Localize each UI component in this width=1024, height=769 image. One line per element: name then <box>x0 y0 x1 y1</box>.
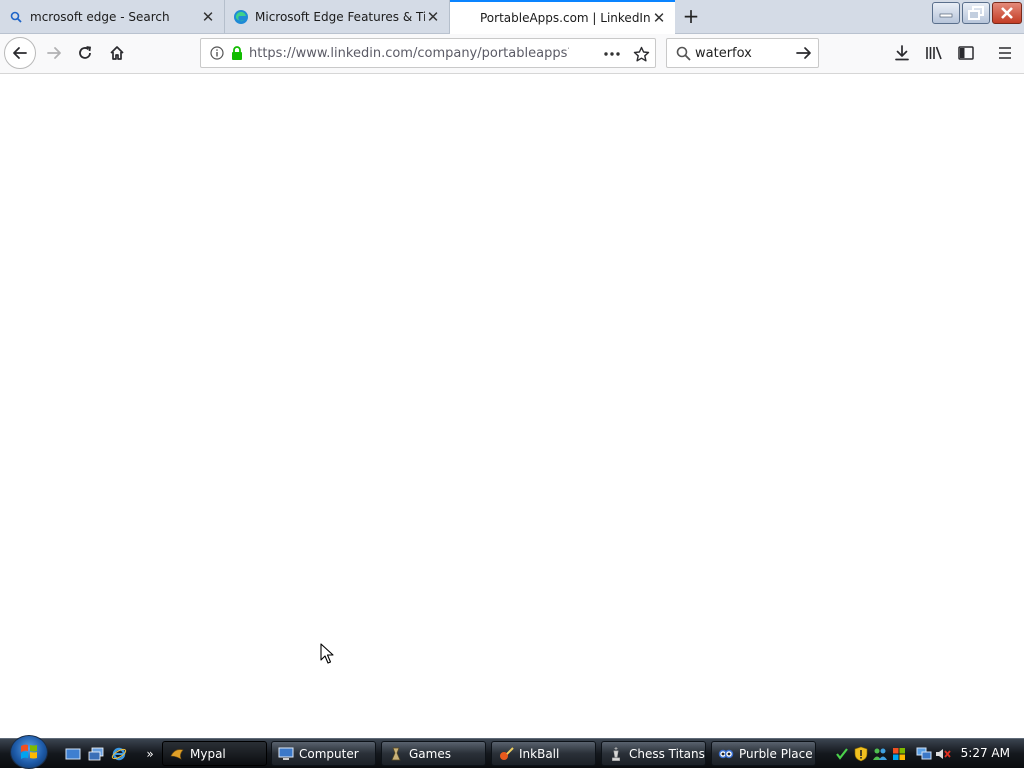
forward-button[interactable] <box>40 39 68 67</box>
navigation-bar: https://www.linkedin.com/company/portabl… <box>0 34 1024 74</box>
search-go-icon[interactable] <box>794 43 814 63</box>
taskbar-button-label: Mypal <box>190 746 226 761</box>
internet-explorer-icon[interactable] <box>110 745 128 763</box>
new-tab-button[interactable]: + <box>679 4 703 28</box>
restore-button[interactable] <box>962 2 990 24</box>
shield-icon[interactable] <box>853 746 869 762</box>
taskbar-button-mypal[interactable]: Mypal <box>162 741 267 766</box>
close-icon[interactable]: ✕ <box>200 8 216 26</box>
taskbar-button-purble-place[interactable]: Purble Place <box>711 741 816 766</box>
downloads-icon[interactable] <box>888 39 916 67</box>
library-icon[interactable] <box>920 39 948 67</box>
home-button[interactable] <box>103 39 131 67</box>
edge-icon <box>233 9 249 25</box>
search-icon <box>8 9 24 25</box>
switch-windows-icon[interactable] <box>87 745 105 763</box>
reload-button[interactable] <box>71 39 99 67</box>
mypal-icon <box>169 746 185 762</box>
sidebar-icon[interactable] <box>952 39 980 67</box>
search-input[interactable]: waterfox <box>695 46 794 61</box>
minimize-button[interactable] <box>932 2 960 24</box>
chess-icon <box>608 746 624 762</box>
search-icon <box>675 45 691 61</box>
taskbar-button-label: Computer <box>299 746 359 761</box>
security-center-icon[interactable] <box>834 746 850 762</box>
tab-edge-features[interactable]: Microsoft Edge Features & Tips ✕ <box>225 0 450 33</box>
show-desktop-icon[interactable] <box>64 745 82 763</box>
back-button[interactable] <box>4 37 36 69</box>
lock-icon[interactable] <box>229 45 245 61</box>
taskbar-button-label: InkBall <box>519 746 560 761</box>
tab-microsoft-edge-search[interactable]: mcrosoft edge - Search ✕ <box>0 0 225 33</box>
window-controls <box>932 2 1022 24</box>
network-icon[interactable] <box>916 746 932 762</box>
tab-title: Microsoft Edge Features & Tips <box>255 9 425 24</box>
users-icon[interactable] <box>872 746 888 762</box>
page-content[interactable] <box>0 74 1024 738</box>
purble-icon <box>718 746 734 762</box>
taskbar-button-computer[interactable]: Computer <box>271 741 376 766</box>
clock[interactable]: 5:27 AM <box>961 746 1010 760</box>
close-icon[interactable]: ✕ <box>425 8 441 26</box>
taskbar-button-chess-titans[interactable]: Chess Titans <box>601 741 706 766</box>
page-actions-icon[interactable] <box>602 45 622 63</box>
url-text: https://www.linkedin.com/company/portabl… <box>249 45 569 61</box>
taskbar-button-games[interactable]: Games <box>381 741 486 766</box>
taskbar-button-label: Chess Titans <box>629 746 705 761</box>
start-button[interactable] <box>10 735 48 769</box>
url-bar[interactable]: https://www.linkedin.com/company/portabl… <box>200 38 656 68</box>
taskbar-button-label: Games <box>409 746 451 761</box>
inkball-icon <box>498 746 514 762</box>
close-window-button[interactable] <box>992 2 1022 24</box>
close-icon[interactable]: ✕ <box>651 9 667 27</box>
computer-icon <box>278 746 294 762</box>
taskbar-button-inkball[interactable]: InkBall <box>491 741 596 766</box>
tab-portableapps-linkedin[interactable]: PortableApps.com | LinkedIn ✕ <box>450 0 675 34</box>
volume-muted-icon[interactable] <box>935 746 951 762</box>
bookmark-star-icon[interactable] <box>631 45 651 63</box>
games-icon <box>388 746 404 762</box>
info-icon[interactable] <box>209 45 225 61</box>
taskbar: » Mypal Computer Games InkBall Chess Tit… <box>0 735 1024 769</box>
search-bar[interactable]: waterfox <box>666 38 819 68</box>
taskbar-button-label: Purble Place <box>739 746 813 761</box>
menu-icon[interactable] <box>991 39 1019 67</box>
tab-strip: mcrosoft edge - Search ✕ Microsoft Edge … <box>0 0 1024 34</box>
windows-update-icon[interactable] <box>891 746 907 762</box>
tab-title: mcrosoft edge - Search <box>30 9 170 24</box>
tab-title: PortableApps.com | LinkedIn <box>480 11 651 25</box>
mouse-cursor-icon <box>320 643 334 669</box>
quicklaunch-more-icon[interactable]: » <box>141 745 159 763</box>
